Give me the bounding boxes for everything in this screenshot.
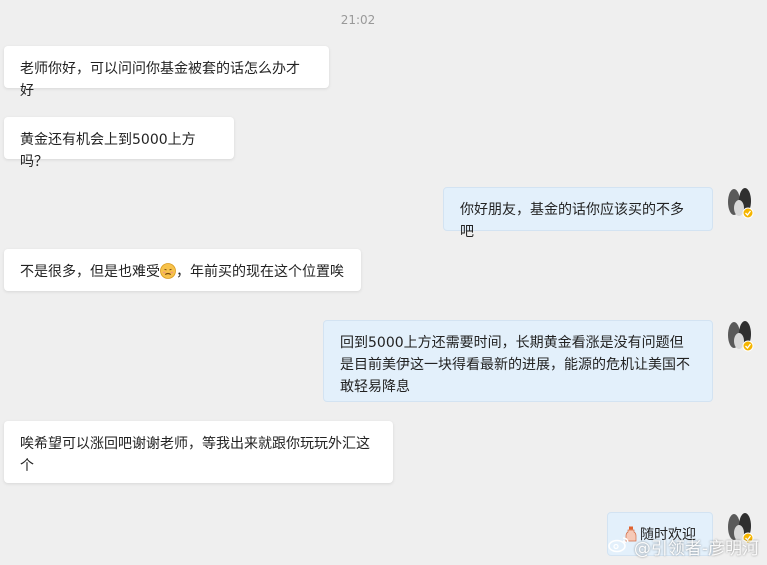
message-text: 黄金还有机会上到5000上方吗？ bbox=[20, 132, 196, 170]
weibo-icon bbox=[608, 535, 630, 558]
message-incoming[interactable]: 老师你好，可以问问你基金被套的话怎么办才好 bbox=[4, 46, 329, 99]
unhappy-face-icon bbox=[160, 263, 176, 279]
avatar[interactable] bbox=[725, 186, 755, 220]
user-avatar-icon bbox=[725, 186, 755, 220]
watermark-text: @引领者-彦明河 bbox=[633, 539, 759, 559]
user-avatar-icon bbox=[725, 319, 755, 353]
watermark: @引领者-彦明河 bbox=[608, 534, 759, 559]
message-text-after: ，年前买的现在这个位置唉 bbox=[176, 264, 344, 280]
message-text-before: 不是很多，但是也难受 bbox=[20, 264, 160, 280]
message-outgoing[interactable]: 你好朋友，基金的话你应该买的不多吧 bbox=[443, 187, 713, 240]
message-text: 唉希望可以涨回吧谢谢老师，等我出来就跟你玩玩外汇这个 bbox=[20, 436, 370, 474]
message-incoming[interactable]: 不是很多，但是也难受 ，年前买的现在这个位置唉 bbox=[4, 249, 361, 291]
message-text: 你好朋友，基金的话你应该买的不多吧 bbox=[460, 202, 684, 240]
message-incoming[interactable]: 黄金还有机会上到5000上方吗？ bbox=[4, 117, 234, 170]
message-outgoing[interactable]: 回到5000上方还需要时间，长期黄金看涨是没有问题但是目前美伊这一块得看最新的进… bbox=[323, 320, 713, 402]
message-incoming[interactable]: 唉希望可以涨回吧谢谢老师，等我出来就跟你玩玩外汇这个 bbox=[4, 421, 393, 483]
timestamp: 21:02 bbox=[340, 13, 376, 27]
avatar[interactable] bbox=[725, 319, 755, 353]
message-text: 老师你好，可以问问你基金被套的话怎么办才好 bbox=[20, 61, 300, 99]
message-text: 回到5000上方还需要时间，长期黄金看涨是没有问题但是目前美伊这一块得看最新的进… bbox=[340, 335, 690, 395]
